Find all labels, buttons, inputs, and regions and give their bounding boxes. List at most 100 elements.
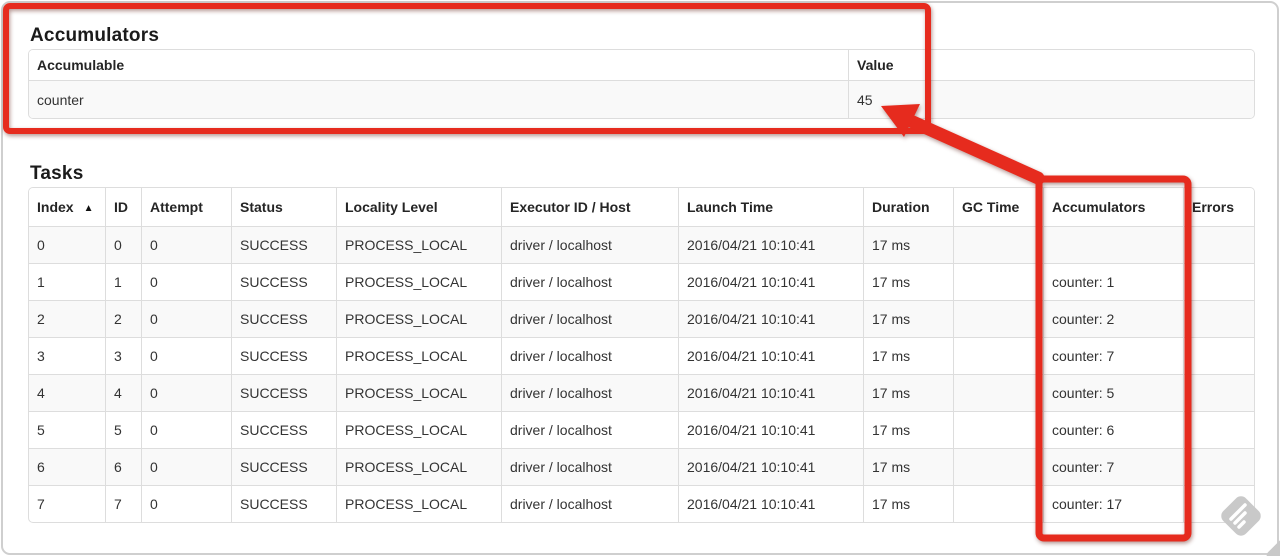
cell-locality-level: PROCESS_LOCAL <box>336 485 501 522</box>
cell-index: 2 <box>29 300 105 337</box>
col-header-attempt[interactable]: Attempt <box>141 188 231 226</box>
cell-errors <box>1183 411 1254 448</box>
cell-executor-id-host: driver / localhost <box>501 300 678 337</box>
cell-id: 6 <box>105 448 141 485</box>
cell-status: SUCCESS <box>231 448 336 485</box>
cell-id: 3 <box>105 337 141 374</box>
cell-gc-time <box>953 263 1043 300</box>
cell-index: 1 <box>29 263 105 300</box>
col-header-errors[interactable]: Errors <box>1183 188 1254 226</box>
tasks-section-title: Tasks <box>30 162 84 184</box>
col-header-gc-time[interactable]: GC Time <box>953 188 1043 226</box>
cell-id: 4 <box>105 374 141 411</box>
cell-status: SUCCESS <box>231 374 336 411</box>
cell-errors <box>1183 226 1254 263</box>
table-row: 6 6 0 SUCCESS PROCESS_LOCAL driver / localhos… <box>29 448 1254 485</box>
cell-accumulators: counter: 2 <box>1043 300 1183 337</box>
table-row: counter 45 <box>29 80 1254 118</box>
cell-status: SUCCESS <box>231 226 336 263</box>
cell-accumulators: counter: 6 <box>1043 411 1183 448</box>
cell-launch-time: 2016/04/21 10:10:41 <box>678 226 863 263</box>
cell-attempt: 0 <box>141 263 231 300</box>
annotation-arrow-shaft <box>906 115 1045 185</box>
cell-accumulators: counter: 17 <box>1043 485 1183 522</box>
cell-launch-time: 2016/04/21 10:10:41 <box>678 263 863 300</box>
cell-gc-time <box>953 485 1043 522</box>
cell-index: 4 <box>29 374 105 411</box>
cell-launch-time: 2016/04/21 10:10:41 <box>678 374 863 411</box>
col-header-value[interactable]: Value <box>848 50 1254 80</box>
cell-index: 3 <box>29 337 105 374</box>
cell-accumulators <box>1043 226 1183 263</box>
cell-attempt: 0 <box>141 300 231 337</box>
cell-locality-level: PROCESS_LOCAL <box>336 448 501 485</box>
accumulators-table: Accumulable Value counter 45 <box>28 49 1255 119</box>
cell-duration: 17 ms <box>863 337 953 374</box>
col-header-launch-time[interactable]: Launch Time <box>678 188 863 226</box>
table-row: 4 4 0 SUCCESS PROCESS_LOCAL driver / localhos… <box>29 374 1254 411</box>
cell-executor-id-host: driver / localhost <box>501 226 678 263</box>
accumulators-section-title: Accumulators <box>30 24 160 46</box>
cell-launch-time: 2016/04/21 10:10:41 <box>678 448 863 485</box>
cell-id: 0 <box>105 226 141 263</box>
accumulators-header-row: Accumulable Value <box>29 50 1254 80</box>
cell-locality-level: PROCESS_LOCAL <box>336 374 501 411</box>
cell-errors <box>1183 337 1254 374</box>
cell-locality-level: PROCESS_LOCAL <box>336 263 501 300</box>
col-header-executor-id-host[interactable]: Executor ID / Host <box>501 188 678 226</box>
table-row: 3 3 0 SUCCESS PROCESS_LOCAL driver / localhos… <box>29 337 1254 374</box>
cell-errors <box>1183 263 1254 300</box>
table-row: 7 7 0 SUCCESS PROCESS_LOCAL driver / localhos… <box>29 485 1254 522</box>
cell-executor-id-host: driver / localhost <box>501 374 678 411</box>
cell-index: 7 <box>29 485 105 522</box>
cell-status: SUCCESS <box>231 300 336 337</box>
col-header-id[interactable]: ID <box>105 188 141 226</box>
cell-accumulators: counter: 1 <box>1043 263 1183 300</box>
cell-launch-time: 2016/04/21 10:10:41 <box>678 300 863 337</box>
cell-errors <box>1183 374 1254 411</box>
cell-id: 5 <box>105 411 141 448</box>
cell-executor-id-host: driver / localhost <box>501 337 678 374</box>
cell-attempt: 0 <box>141 226 231 263</box>
cell-status: SUCCESS <box>231 337 336 374</box>
cell-gc-time <box>953 300 1043 337</box>
cell-gc-time <box>953 374 1043 411</box>
table-row: 5 5 0 SUCCESS PROCESS_LOCAL driver / localhos… <box>29 411 1254 448</box>
cell-duration: 17 ms <box>863 263 953 300</box>
col-header-accumulable[interactable]: Accumulable <box>29 50 848 80</box>
cell-accumulators: counter: 7 <box>1043 337 1183 374</box>
cell-status: SUCCESS <box>231 411 336 448</box>
table-row: 1 1 0 SUCCESS PROCESS_LOCAL driver / localhos… <box>29 263 1254 300</box>
cell-gc-time <box>953 411 1043 448</box>
sort-ascending-icon: ▲ <box>83 203 94 214</box>
cell-status: SUCCESS <box>231 485 336 522</box>
col-header-index[interactable]: Index ▲ <box>29 188 105 226</box>
cell-duration: 17 ms <box>863 226 953 263</box>
cell-launch-time: 2016/04/21 10:10:41 <box>678 337 863 374</box>
cell-duration: 17 ms <box>863 411 953 448</box>
cell-gc-time <box>953 337 1043 374</box>
cell-status: SUCCESS <box>231 263 336 300</box>
col-header-status[interactable]: Status <box>231 188 336 226</box>
cell-locality-level: PROCESS_LOCAL <box>336 337 501 374</box>
cell-gc-time <box>953 226 1043 263</box>
cell-attempt: 0 <box>141 337 231 374</box>
cell-launch-time: 2016/04/21 10:10:41 <box>678 411 863 448</box>
cell-locality-level: PROCESS_LOCAL <box>336 226 501 263</box>
cell-gc-time <box>953 448 1043 485</box>
cell-attempt: 0 <box>141 485 231 522</box>
tasks-table: Index ▲ ID Attempt Status Locality Level … <box>28 187 1255 523</box>
cell-errors <box>1183 300 1254 337</box>
cell-executor-id-host: driver / localhost <box>501 485 678 522</box>
cell-errors <box>1183 448 1254 485</box>
tasks-header-row: Index ▲ ID Attempt Status Locality Level … <box>29 188 1254 226</box>
cell-accumulators: counter: 7 <box>1043 448 1183 485</box>
cell-accumulable: counter <box>29 80 848 118</box>
col-header-duration[interactable]: Duration <box>863 188 953 226</box>
col-header-accumulators[interactable]: Accumulators <box>1043 188 1183 226</box>
cell-attempt: 0 <box>141 411 231 448</box>
cell-duration: 17 ms <box>863 485 953 522</box>
col-header-locality-level[interactable]: Locality Level <box>336 188 501 226</box>
cell-id: 1 <box>105 263 141 300</box>
table-row: 2 2 0 SUCCESS PROCESS_LOCAL driver / localhos… <box>29 300 1254 337</box>
